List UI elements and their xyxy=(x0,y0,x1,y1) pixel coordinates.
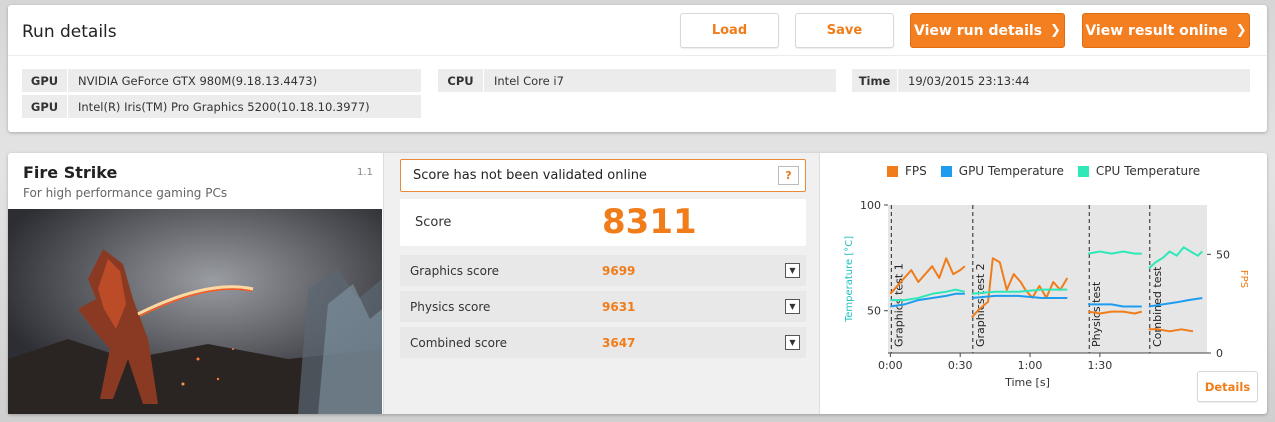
expand-icon[interactable]: ▼ xyxy=(785,335,800,350)
chevron-right-icon: ❯ xyxy=(1050,23,1061,38)
cpu-row: CPU Intel Core i7 xyxy=(438,69,836,92)
legend-gpu-temp: GPU Temperature xyxy=(940,164,1064,178)
legend-cpu-temp: CPU Temperature xyxy=(1077,164,1201,178)
load-button-label: Load xyxy=(711,23,748,38)
details-button-label: Details xyxy=(1204,379,1251,394)
expand-icon[interactable]: ▼ xyxy=(785,299,800,314)
cpu-key: CPU xyxy=(438,69,484,92)
validation-notice: Score has not been validated online ? xyxy=(400,159,806,192)
gpu-key: GPU xyxy=(22,95,68,118)
x-tick-label: 0:30 xyxy=(948,359,973,372)
question-icon: ? xyxy=(785,169,792,182)
expand-icon[interactable]: ▼ xyxy=(785,263,800,278)
run-details-panel: Run details Load Save View run details ❯… xyxy=(8,5,1267,132)
x-axis-label: Time [s] xyxy=(1004,376,1050,389)
x-tick-label: 1:00 xyxy=(1018,359,1043,372)
gpu-value: Intel(R) Iris(TM) Pro Graphics 5200(10.1… xyxy=(78,99,370,114)
x-tick-label: 1:30 xyxy=(1088,359,1113,372)
y-right-axis-label: FPS xyxy=(1238,270,1249,288)
view-result-online-label: View result online xyxy=(1085,22,1228,39)
validation-message: Score has not been validated online xyxy=(413,168,647,183)
benchmark-title: Fire Strike xyxy=(23,163,118,182)
view-run-details-label: View run details xyxy=(914,22,1043,39)
graphics-score-row[interactable]: Graphics score 9699 ▼ xyxy=(400,255,806,286)
result-panel: Fire Strike For high performance gaming … xyxy=(8,153,1267,414)
monitoring-chart-section: FPS GPU Temperature CPU Temperature Grap… xyxy=(821,153,1267,414)
benchmark-subtitle: For high performance gaming PCs xyxy=(23,186,228,200)
view-result-online-button[interactable]: View result online ❯ xyxy=(1082,13,1250,48)
legend-swatch-fps xyxy=(887,165,898,177)
x-tick-label: 0:00 xyxy=(878,359,903,372)
y-left-axis-label: Temperature [°C] xyxy=(844,236,855,323)
y-right-tick-label: 0 xyxy=(1216,347,1223,360)
legend-label-cpu-temp: CPU Temperature xyxy=(1095,164,1201,178)
gpu-row-2: GPU Intel(R) Iris(TM) Pro Graphics 5200(… xyxy=(22,95,421,118)
help-button[interactable]: ? xyxy=(778,166,799,185)
save-button[interactable]: Save xyxy=(795,13,894,48)
physics-score-value: 9631 xyxy=(602,299,636,314)
gpu-value: NVIDIA GeForce GTX 980M(9.18.13.4473) xyxy=(78,73,318,88)
time-key: Time xyxy=(852,69,898,92)
y-right-tick-label: 50 xyxy=(1216,248,1230,261)
physics-score-row[interactable]: Physics score 9631 ▼ xyxy=(400,291,806,322)
legend-label-fps: FPS xyxy=(905,164,927,178)
y-left-tick-label: 100 xyxy=(860,199,881,212)
chevron-right-icon: ❯ xyxy=(1235,23,1247,38)
overall-score-box: Score 8311 xyxy=(400,199,806,246)
benchmark-artwork xyxy=(8,209,382,414)
combined-score-label: Combined score xyxy=(410,335,508,350)
legend-fps: FPS xyxy=(887,164,927,178)
chart-legend: FPS GPU Temperature CPU Temperature xyxy=(887,164,1214,178)
y-left-tick-label: 50 xyxy=(867,305,881,318)
load-button[interactable]: Load xyxy=(680,13,779,48)
header-divider xyxy=(8,55,1267,56)
graphics-score-value: 9699 xyxy=(602,263,636,278)
combined-score-row[interactable]: Combined score 3647 ▼ xyxy=(400,327,806,358)
score-value: 8311 xyxy=(602,202,697,242)
physics-score-label: Physics score xyxy=(410,299,491,314)
details-button[interactable]: Details xyxy=(1197,371,1258,402)
graphics-score-label: Graphics score xyxy=(410,263,500,278)
combined-score-value: 3647 xyxy=(602,335,636,350)
score-label: Score xyxy=(415,215,452,230)
cpu-value: Intel Core i7 xyxy=(494,73,564,88)
gpu-key: GPU xyxy=(22,69,68,92)
run-details-title: Run details xyxy=(22,22,117,42)
save-button-label: Save xyxy=(826,23,863,38)
legend-label-gpu-temp: GPU Temperature xyxy=(958,164,1064,178)
legend-swatch-cpu-temp xyxy=(1077,165,1089,177)
score-section: Score has not been validated online ? Sc… xyxy=(383,153,820,414)
time-value: 19/03/2015 23:13:44 xyxy=(908,73,1030,88)
benchmark-version: 1.1 xyxy=(357,167,373,178)
legend-swatch-gpu-temp xyxy=(940,165,952,177)
gpu-row-1: GPU NVIDIA GeForce GTX 980M(9.18.13.4473… xyxy=(22,69,421,92)
artwork-illustration xyxy=(8,209,382,414)
time-row: Time 19/03/2015 23:13:44 xyxy=(852,69,1250,92)
view-run-details-button[interactable]: View run details ❯ xyxy=(910,13,1065,48)
